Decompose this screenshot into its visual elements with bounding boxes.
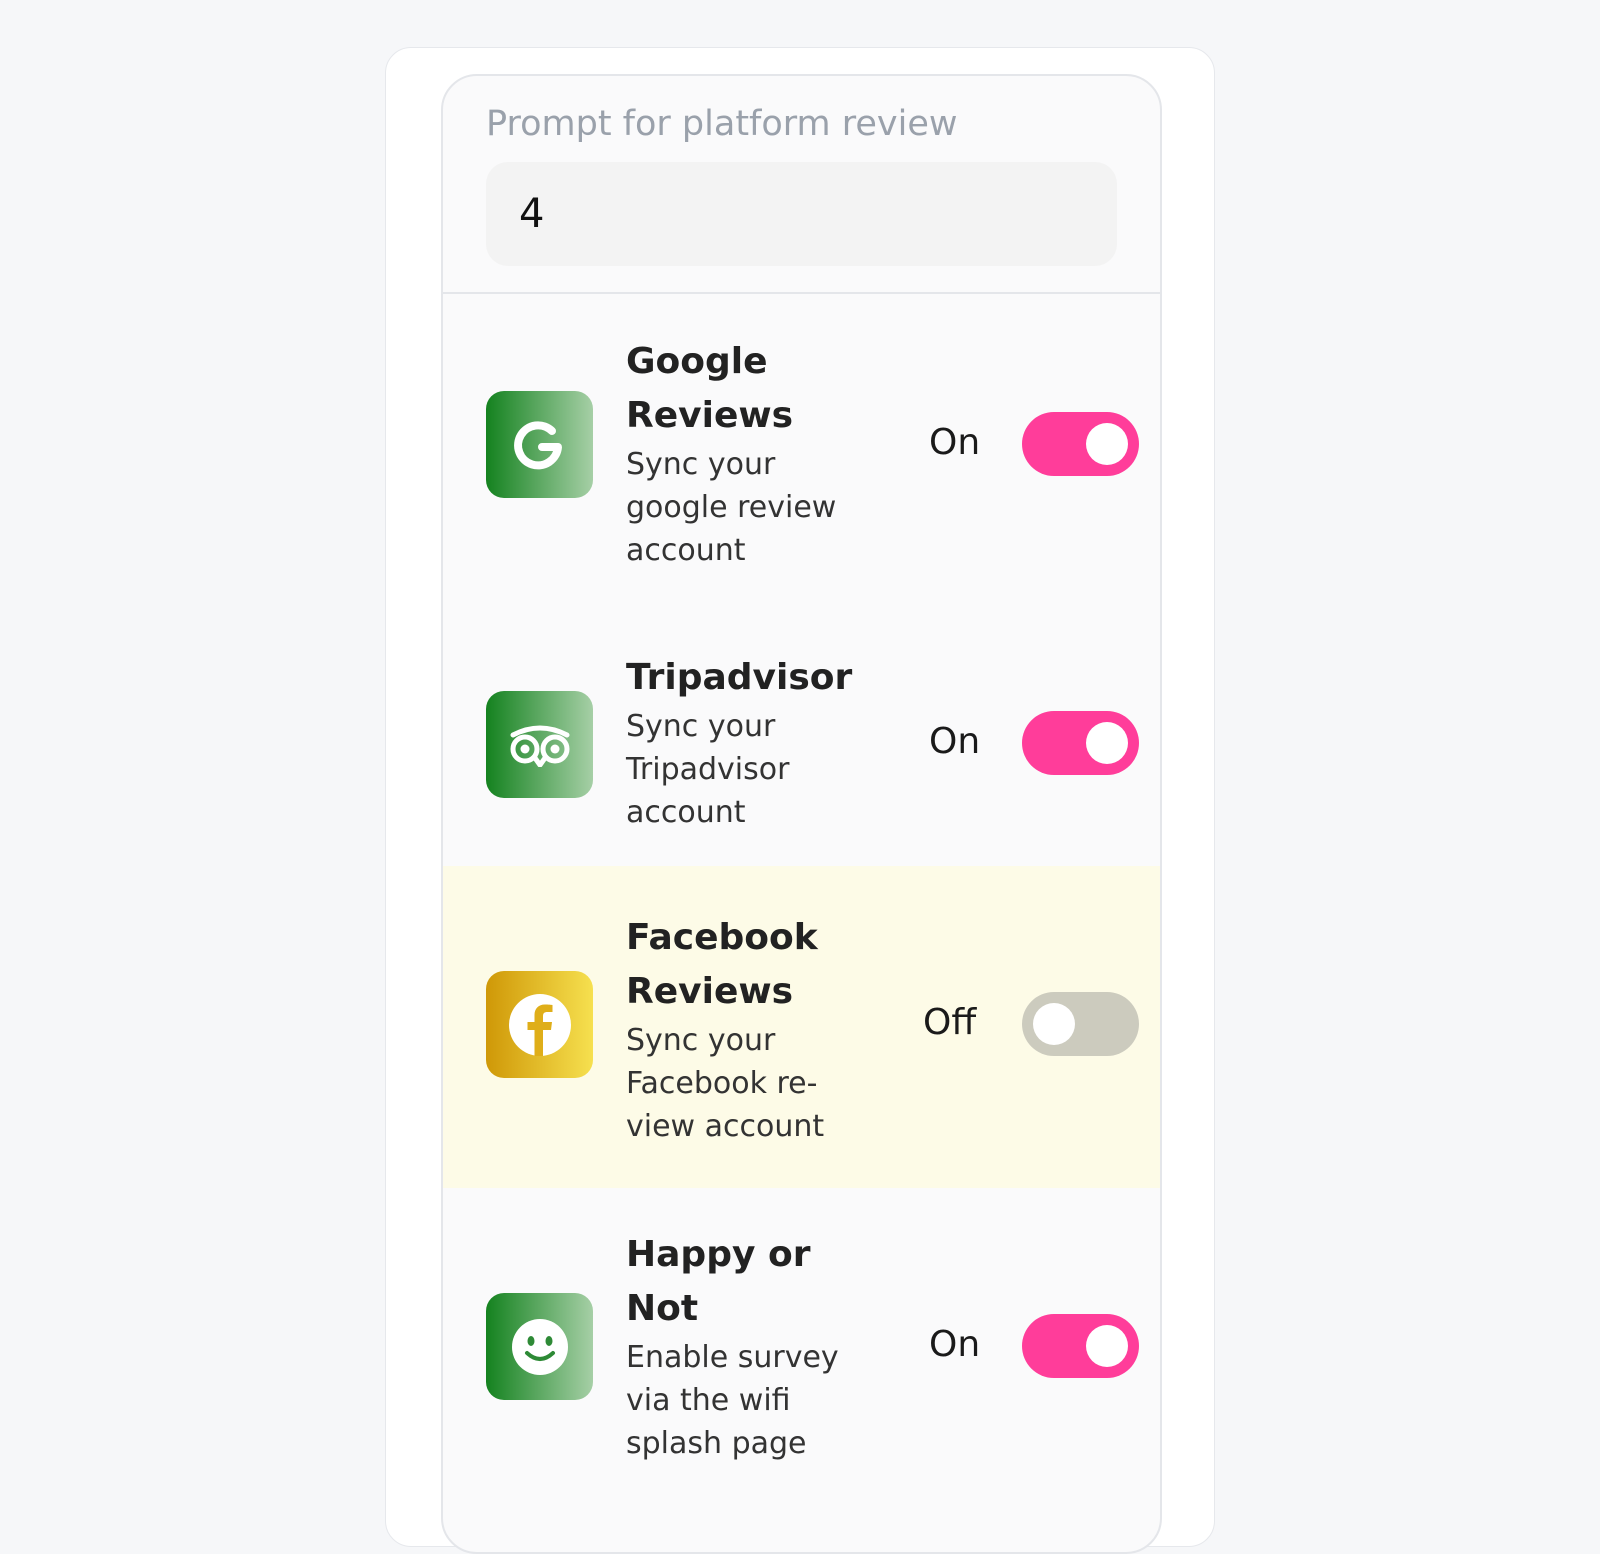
platform-description: Sync your Tripadvisor account: [626, 709, 790, 830]
platform-title: Happy or Not: [626, 1234, 811, 1329]
tripadvisor-toggle[interactable]: [1022, 711, 1139, 775]
platform-text: Facebook Reviews Sync your Facebook re-vie…: [626, 911, 866, 1148]
prompt-label: Prompt for platform review: [486, 104, 958, 144]
toggle-knob: [1086, 722, 1128, 764]
platform-description: Enable survey via the wifi splash page: [626, 1340, 839, 1461]
status-label: On: [929, 721, 981, 762]
toggle-knob: [1086, 423, 1128, 465]
platform-description: Sync your Facebook re-view account: [626, 1023, 825, 1144]
platform-row-happy-or-not: Happy or Not Enable survey via the wifi spl…: [443, 1188, 1160, 1510]
google-reviews-toggle[interactable]: [1022, 412, 1139, 476]
toggle-knob: [1086, 1325, 1128, 1367]
status-label: On: [929, 422, 981, 463]
prompt-section: Prompt for platform review: [443, 76, 1160, 294]
platform-text: Happy or Not Enable survey via the wifi spl…: [626, 1228, 866, 1465]
settings-card: Prompt for platform review GoogleReviews…: [385, 47, 1215, 1554]
facebook-reviews-toggle[interactable]: [1022, 992, 1139, 1056]
smiley-face-icon: [486, 1293, 593, 1400]
google-g-icon: [486, 391, 593, 498]
toggle-knob: [1033, 1003, 1075, 1045]
platform-row-facebook: Facebook Reviews Sync your Facebook re-vie…: [443, 866, 1160, 1188]
tripadvisor-owl-icon: [486, 691, 593, 798]
prompt-input[interactable]: [486, 162, 1117, 266]
facebook-f-icon: [486, 971, 593, 1078]
platform-title: Google Reviews: [626, 341, 794, 436]
happy-or-not-toggle[interactable]: [1022, 1314, 1139, 1378]
platform-description: Sync your google review account: [626, 447, 837, 568]
platform-text: Google Reviews Sync your google review acco…: [626, 335, 866, 572]
platform-row-google: Google Reviews Sync your google review acco…: [443, 296, 1160, 611]
platform-row-tripadvisor: Tripadvisor Sync your Tripadvisor account …: [443, 611, 1160, 866]
platform-review-panel: Prompt for platform review GoogleReviews…: [441, 74, 1162, 1554]
status-label: Off: [923, 1002, 977, 1043]
platform-text: Tripadvisor Sync your Tripadvisor account: [626, 651, 866, 834]
platform-title: Tripadvisor: [626, 657, 853, 698]
status-label: On: [929, 1324, 981, 1365]
platform-title: Facebook Reviews: [626, 917, 818, 1012]
